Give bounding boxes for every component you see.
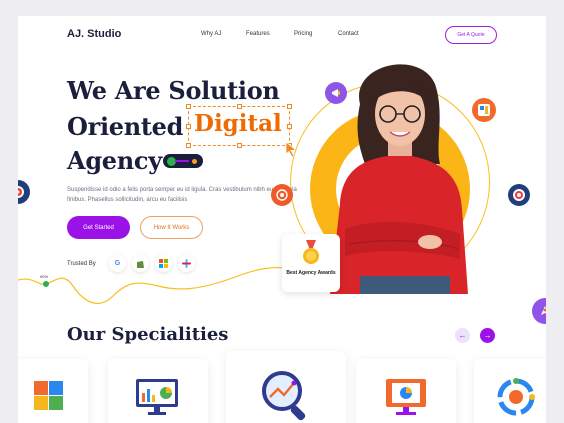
logo[interactable]: AJ. Studio (67, 28, 121, 40)
seo-magnifier-icon (262, 371, 306, 421)
growth-label: 90% (40, 274, 49, 279)
best-agency-awards-card: Best Agency Awards (282, 234, 340, 292)
get-started-button[interactable]: Get Started (67, 216, 130, 239)
hero-title-line-2: Oriented (67, 112, 184, 141)
speciality-card-process[interactable] (474, 359, 546, 423)
toggle-dot-orange (190, 156, 199, 166)
speciality-card-analytics[interactable] (108, 359, 208, 423)
award-medal-icon (303, 240, 319, 264)
nav-item-pricing[interactable]: Pricing (294, 31, 312, 37)
trusted-by-label: Trusted By (67, 261, 96, 267)
bullseye-icon (508, 184, 530, 206)
puzzle-icon (34, 381, 63, 410)
nav-item-why-aj[interactable]: Why AJ (201, 31, 221, 37)
nav-item-features[interactable]: Features (246, 31, 270, 37)
selection-handle-icon (237, 104, 242, 109)
shopify-logo-icon (132, 255, 149, 272)
get-a-quote-button[interactable]: Get A Quote (445, 26, 497, 44)
hero-title-highlight: Digital (194, 110, 282, 137)
specialities-title: Our Specialities (67, 324, 229, 345)
growth-dot-icon (43, 281, 49, 287)
selection-handle-icon (186, 143, 191, 148)
rocket-icon (532, 298, 546, 324)
process-cycle-icon (497, 378, 535, 416)
selection-handle-icon (237, 143, 242, 148)
hero-description: Suspendisse id odio a felis porta semper… (67, 187, 297, 203)
selection-handle-icon (287, 124, 292, 129)
toggle-switch-icon (163, 154, 203, 168)
megaphone-icon (325, 82, 347, 104)
hero-title-line-1: We Are Solution (67, 76, 280, 105)
slack-logo-icon (178, 255, 195, 272)
speciality-card-report[interactable] (356, 359, 456, 423)
previous-arrow-button[interactable]: ← (455, 328, 470, 343)
dartboard-icon (18, 180, 30, 204)
dashboard-icon (472, 98, 496, 122)
analytics-monitor-icon (136, 379, 178, 415)
selection-handle-icon (186, 104, 191, 109)
microsoft-logo-icon (155, 255, 172, 272)
selection-handle-icon (186, 124, 191, 129)
landing-page: AJ. Studio Why AJ Features Pricing Conta… (18, 16, 546, 423)
nav-item-contact[interactable]: Contact (338, 31, 359, 37)
award-label: Best Agency Awards (286, 270, 336, 276)
speciality-card-seo[interactable] (226, 351, 346, 423)
selection-handle-icon (287, 104, 292, 109)
google-logo-icon: G (109, 255, 126, 272)
toggle-line (175, 160, 189, 162)
hero-title-line-3: Agency (67, 146, 162, 175)
next-arrow-button[interactable]: → (480, 328, 495, 343)
target-icon (271, 184, 293, 206)
report-monitor-icon (386, 379, 426, 415)
how-it-works-button[interactable]: How It Works (140, 216, 203, 239)
speciality-card-puzzle[interactable] (18, 359, 88, 423)
